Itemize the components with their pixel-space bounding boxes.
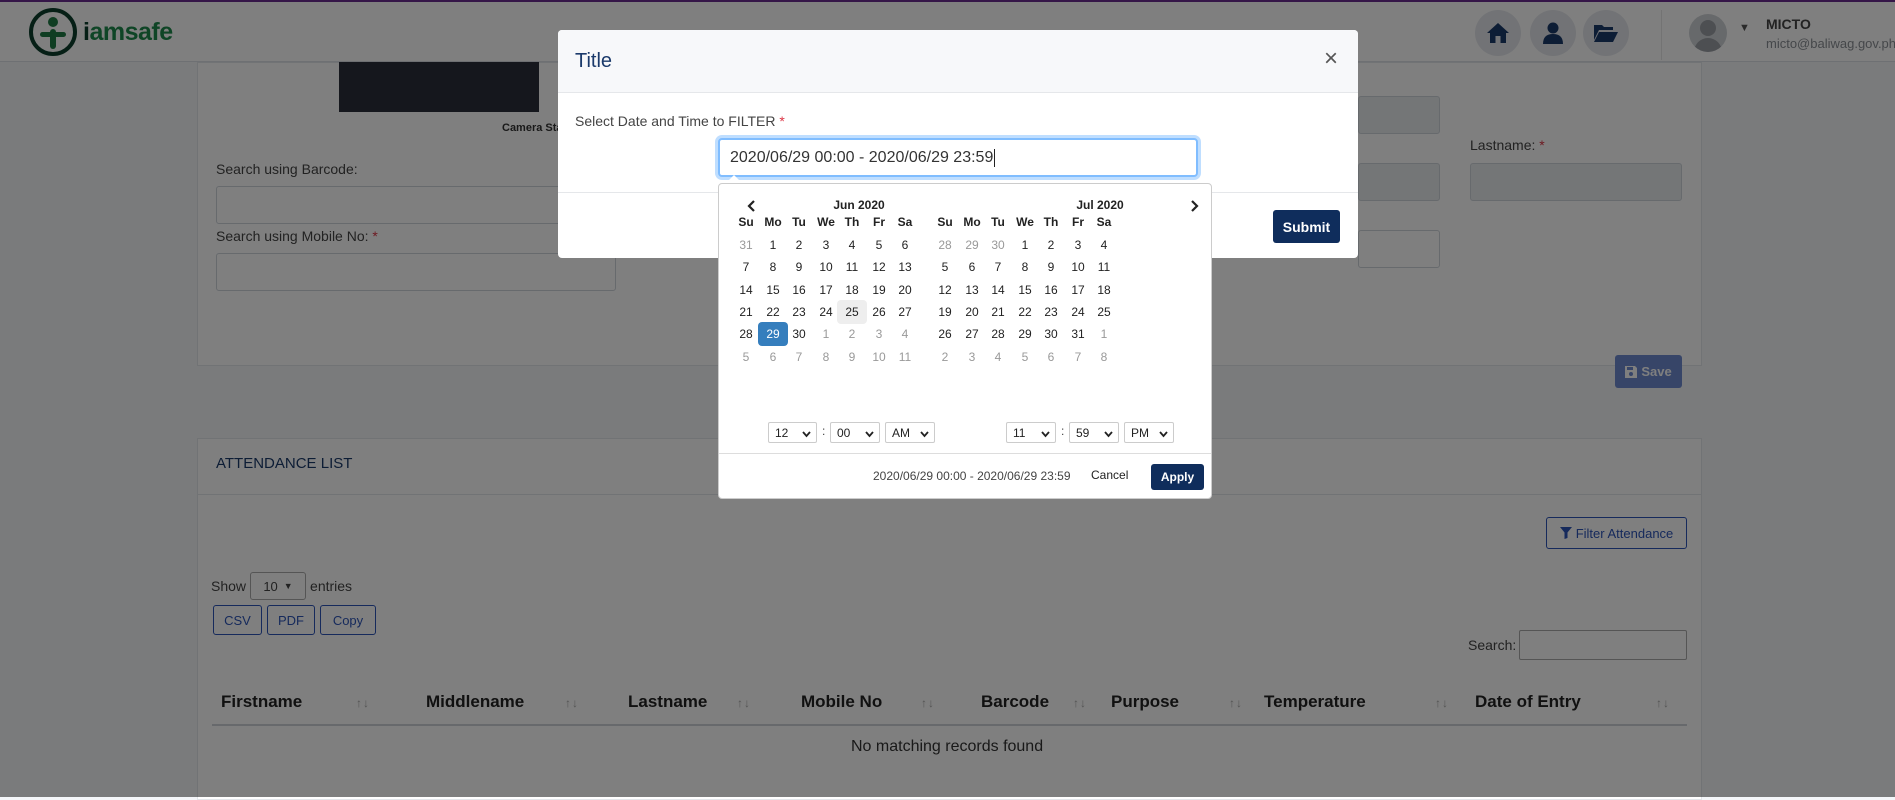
apply-button[interactable]: Apply <box>1151 464 1204 490</box>
weekday-header: Su <box>937 215 953 229</box>
calendar-day[interactable]: 18 <box>1089 278 1119 302</box>
chevron-down-icon <box>1104 427 1113 441</box>
calendar-day[interactable]: 11 <box>890 345 920 369</box>
calendar-day[interactable]: 14 <box>983 278 1013 302</box>
calendar-day[interactable]: 23 <box>1036 300 1066 324</box>
cancel-button[interactable]: Cancel <box>1091 468 1128 482</box>
chevron-down-icon <box>802 427 811 441</box>
calendar-day[interactable]: 25 <box>837 300 867 324</box>
calendar-day[interactable]: 21 <box>731 300 761 324</box>
submit-button[interactable]: Submit <box>1273 210 1340 243</box>
calendar-day[interactable]: 2 <box>837 322 867 346</box>
calendar-day[interactable]: 28 <box>731 322 761 346</box>
chevron-down-icon <box>920 427 929 441</box>
calendar-day[interactable]: 8 <box>1089 345 1119 369</box>
calendar-day[interactable]: 25 <box>1089 300 1119 324</box>
calendar-day[interactable]: 19 <box>930 300 960 324</box>
calendar-day[interactable]: 18 <box>837 278 867 302</box>
calendar-day[interactable]: 28 <box>983 322 1013 346</box>
calendar-day[interactable]: 5 <box>930 255 960 279</box>
calendar-day[interactable]: 31 <box>731 233 761 257</box>
date-range-picker: Jun 2020 Jul 2020 12 : 00 AM 11 : 59 PM … <box>718 183 1212 499</box>
calendar-day[interactable]: 11 <box>837 255 867 279</box>
calendar-day[interactable]: 1 <box>1089 322 1119 346</box>
calendar-day[interactable]: 6 <box>1036 345 1066 369</box>
time-separator: : <box>1061 424 1065 438</box>
left-minute-select[interactable]: 00 <box>830 422 880 443</box>
calendar-day[interactable]: 5 <box>731 345 761 369</box>
calendar-day[interactable]: 2 <box>1036 233 1066 257</box>
calendar-day[interactable]: 12 <box>930 278 960 302</box>
date-filter-label: Select Date and Time to FILTER * <box>575 113 785 129</box>
calendar-day[interactable]: 9 <box>784 255 814 279</box>
calendar-day[interactable]: 21 <box>983 300 1013 324</box>
calendar-day[interactable]: 16 <box>1036 278 1066 302</box>
text-cursor <box>994 148 996 167</box>
calendar-day[interactable]: 11 <box>1089 255 1119 279</box>
calendar-day[interactable]: 27 <box>890 300 920 324</box>
calendar-day[interactable]: 13 <box>890 255 920 279</box>
left-hour-select[interactable]: 12 <box>768 422 817 443</box>
calendar-day[interactable]: 6 <box>890 233 920 257</box>
weekday-header: Su <box>738 215 754 229</box>
calendar-day[interactable]: 23 <box>784 300 814 324</box>
weekday-header: Tu <box>792 215 806 229</box>
weekday-header: Sa <box>897 215 913 229</box>
left-ampm-select[interactable]: AM <box>885 422 935 443</box>
right-minute-select[interactable]: 59 <box>1069 422 1119 443</box>
chevron-down-icon <box>1041 427 1050 441</box>
calendar-day[interactable]: 2 <box>930 345 960 369</box>
modal-title: Title <box>575 50 613 72</box>
calendar-day[interactable]: 7 <box>784 345 814 369</box>
calendar-day[interactable]: 26 <box>930 322 960 346</box>
modal-header: Title × <box>558 30 1358 93</box>
calendar-day[interactable]: 30 <box>983 233 1013 257</box>
chevron-down-icon <box>1159 427 1168 441</box>
right-hour-select[interactable]: 11 <box>1006 422 1056 443</box>
calendar-day[interactable]: 4 <box>890 322 920 346</box>
calendar-day[interactable]: 7 <box>983 255 1013 279</box>
calendar-day[interactable]: 9 <box>1036 255 1066 279</box>
time-separator: : <box>822 424 826 438</box>
chevron-down-icon <box>865 427 874 441</box>
calendar-day[interactable]: 2 <box>784 233 814 257</box>
calendar-day[interactable]: 30 <box>784 322 814 346</box>
calendar-day[interactable]: 14 <box>731 278 761 302</box>
calendar-day[interactable]: 30 <box>1036 322 1066 346</box>
chevron-right-icon <box>1191 200 1199 212</box>
next-month-button[interactable] <box>1185 196 1205 216</box>
picker-notch <box>726 175 742 183</box>
weekday-header: Tu <box>991 215 1005 229</box>
calendar-day[interactable]: 28 <box>930 233 960 257</box>
calendar-day[interactable]: 7 <box>731 255 761 279</box>
calendar-day[interactable]: 16 <box>784 278 814 302</box>
calendar-day[interactable]: 4 <box>1089 233 1119 257</box>
weekday-header: Sa <box>1096 215 1112 229</box>
date-range-input[interactable]: 2020/06/29 00:00 - 2020/06/29 23:59 <box>718 138 1198 177</box>
picker-footer-divider <box>719 453 1211 454</box>
picker-selected-range: 2020/06/29 00:00 - 2020/06/29 23:59 <box>873 469 1071 483</box>
weekday-header: Th <box>844 215 860 229</box>
calendar-day[interactable]: 20 <box>890 278 920 302</box>
close-icon[interactable]: × <box>1324 47 1338 71</box>
weekday-header: Th <box>1043 215 1059 229</box>
calendar-day[interactable]: 4 <box>983 345 1013 369</box>
right-ampm-select[interactable]: PM <box>1124 422 1174 443</box>
calendar-day[interactable]: 4 <box>837 233 867 257</box>
calendar-day[interactable]: 9 <box>837 345 867 369</box>
